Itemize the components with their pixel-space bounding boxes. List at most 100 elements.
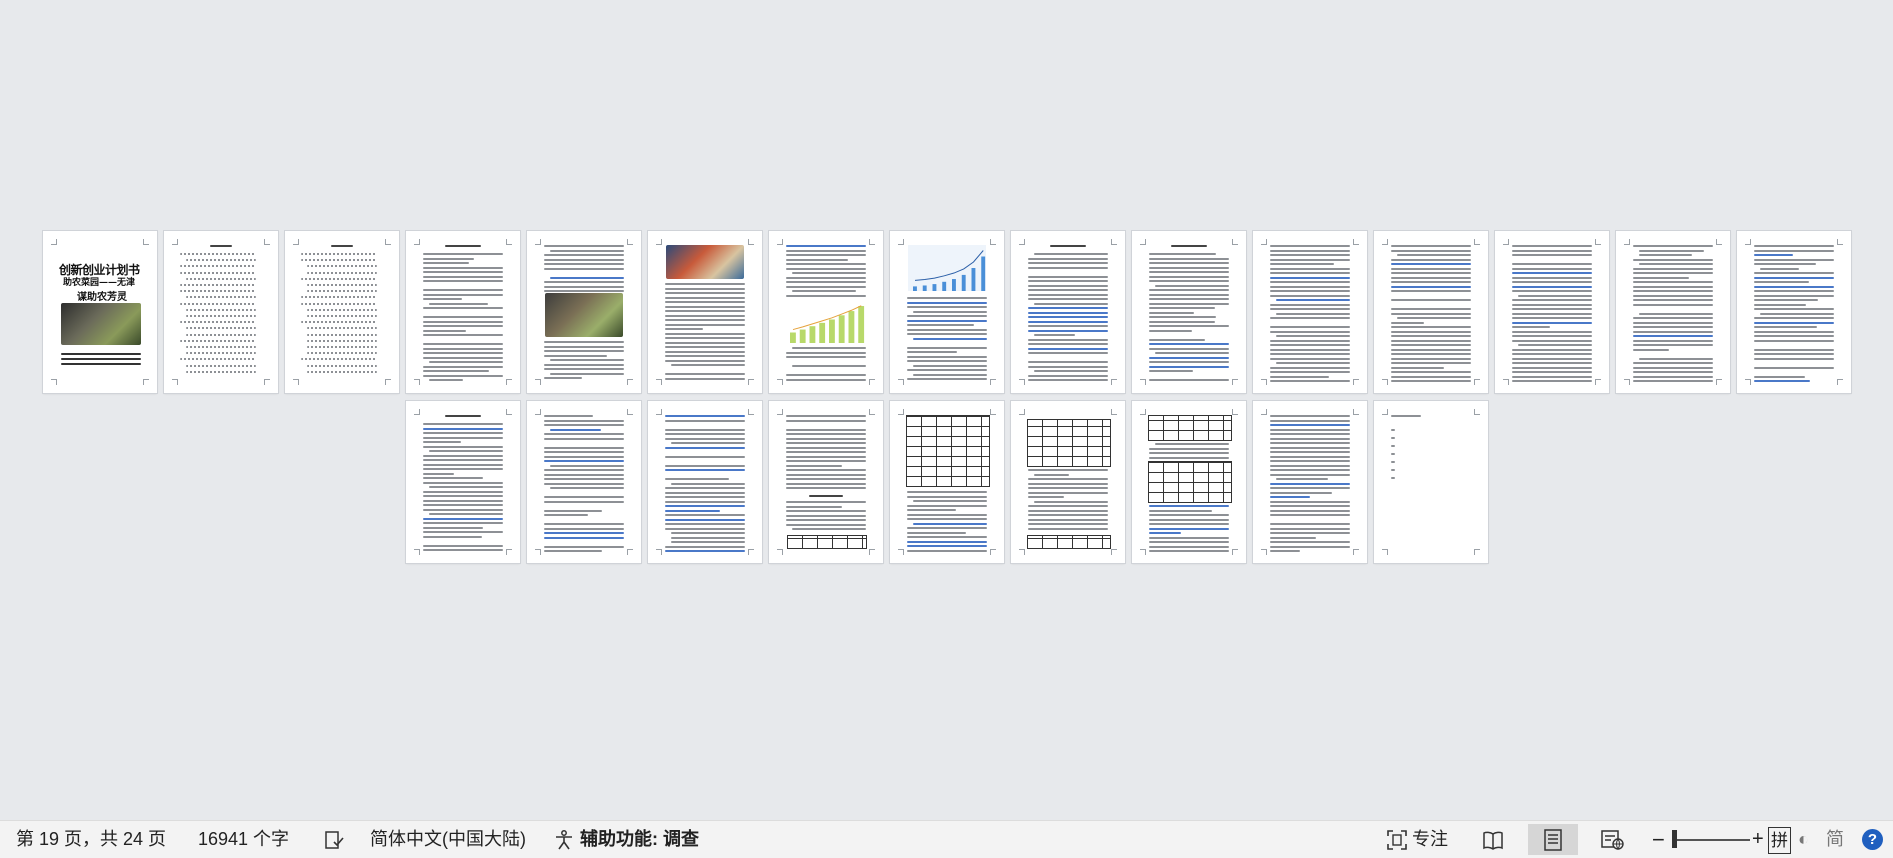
text-line (1754, 285, 1834, 288)
page-thumbnail[interactable] (1011, 231, 1125, 393)
text-line (1639, 263, 1713, 265)
page-thumbnail[interactable] (1374, 231, 1488, 393)
read-mode-button[interactable] (1468, 824, 1518, 855)
margin-mark (1232, 409, 1238, 415)
zoom-slider-track[interactable] (1672, 839, 1750, 841)
page-count-status[interactable]: 第 19 页，共 24 页 (16, 821, 166, 858)
text-line (1391, 263, 1471, 265)
text-line (1760, 312, 1834, 315)
page-thumbnail[interactable] (648, 231, 762, 393)
margin-mark (1019, 239, 1025, 245)
page-thumbnail[interactable] (1616, 231, 1730, 393)
zoom-slider-thumb[interactable] (1672, 830, 1677, 848)
text-line (1270, 281, 1350, 283)
page-thumbnail[interactable] (890, 401, 1004, 563)
page-thumbnail[interactable] (285, 231, 399, 393)
text-line (544, 433, 624, 435)
page-thumbnail[interactable] (890, 231, 1004, 393)
text-line (544, 419, 624, 422)
text-line (786, 351, 866, 354)
focus-icon[interactable] (1386, 829, 1408, 856)
text-line (1270, 487, 1350, 489)
margin-mark (1474, 379, 1480, 385)
focus-label[interactable]: 专注 (1412, 821, 1448, 858)
text-line (1270, 276, 1350, 279)
text-line (1149, 347, 1229, 350)
table-image (787, 535, 867, 549)
text-line (907, 315, 987, 317)
heading-line (1171, 245, 1207, 247)
accessibility-person-icon[interactable] (553, 829, 575, 856)
text-line (665, 518, 745, 521)
text-line (423, 289, 503, 291)
text-line (1028, 487, 1108, 489)
toc-line (186, 277, 256, 280)
toc-line (301, 277, 377, 280)
text-line (1028, 482, 1108, 485)
accessibility-status[interactable]: 辅助功能: 调查 (580, 821, 699, 858)
text-line (1270, 245, 1350, 247)
text-line (786, 285, 866, 288)
text-line (1270, 258, 1350, 261)
text-line (1754, 272, 1834, 274)
page-thumbnail[interactable] (527, 401, 641, 563)
text-line (1276, 299, 1350, 301)
web-layout-button[interactable] (1588, 824, 1638, 855)
page-thumbnail[interactable] (164, 231, 278, 393)
toc-line (307, 346, 377, 348)
print-layout-button[interactable] (1528, 824, 1578, 855)
text-line (1633, 276, 1690, 279)
zoom-out-button[interactable]: − (1652, 821, 1665, 858)
page-thumbnail[interactable] (1495, 231, 1609, 393)
text-line (665, 346, 745, 348)
zoom-in-button[interactable]: + (1752, 821, 1764, 858)
text-line (792, 528, 866, 530)
language-status[interactable]: 简体中文(中国大陆) (370, 821, 526, 858)
text-line (1391, 308, 1471, 310)
text-line (907, 513, 987, 516)
margin-mark (1232, 239, 1238, 245)
text-line (1028, 280, 1108, 282)
text-line (1754, 366, 1834, 369)
page-thumbnail[interactable] (648, 401, 762, 563)
document-check-icon[interactable] (324, 830, 344, 855)
page-thumbnail[interactable]: 创新创业计划书 助农菜园——无津 谋助农芳灵 (43, 231, 157, 393)
page-thumbnail[interactable] (1253, 401, 1367, 563)
page-thumbnail[interactable] (527, 231, 641, 393)
page-thumbnail[interactable] (1253, 231, 1367, 393)
help-icon[interactable]: ? (1862, 829, 1883, 850)
page-thumbnail[interactable] (769, 231, 883, 393)
text-line (544, 478, 624, 480)
text-line (1633, 362, 1713, 364)
toc-line (307, 265, 377, 268)
page-thumbnail[interactable] (769, 401, 883, 563)
page-thumbnail[interactable] (406, 231, 520, 393)
ime-mode-indicator[interactable]: 拼 (1768, 827, 1791, 854)
text-line (665, 377, 745, 380)
text-line (1391, 312, 1471, 315)
text-line (1754, 299, 1819, 301)
text-line (1633, 299, 1713, 301)
text-line (1397, 254, 1471, 256)
toc-line (186, 315, 256, 317)
page-thumbnail[interactable] (1132, 231, 1246, 393)
multi-page-view[interactable]: 创新创业计划书 助农菜园——无津 谋助农芳灵 (0, 0, 1893, 820)
margin-mark (1111, 379, 1117, 385)
text-line (907, 351, 958, 353)
page-thumbnail[interactable] (406, 401, 520, 563)
text-line (907, 360, 987, 362)
page-thumbnail[interactable] (1374, 401, 1488, 563)
margin-mark (143, 379, 149, 385)
page-thumbnail[interactable] (1011, 401, 1125, 563)
text-line (1149, 541, 1229, 543)
ime-simplified-indicator[interactable]: 简 (1826, 821, 1844, 858)
text-line (665, 305, 745, 308)
word-count-status[interactable]: 16941 个字 (198, 821, 289, 858)
ime-halfwidth-indicator[interactable]: ◐ (1798, 821, 1809, 858)
margin-mark (293, 239, 299, 245)
page-thumbnail[interactable] (1132, 401, 1246, 563)
toc-line (307, 327, 377, 330)
page-thumbnail[interactable] (1737, 231, 1851, 393)
text-line (1028, 527, 1108, 530)
text-line (544, 536, 624, 539)
